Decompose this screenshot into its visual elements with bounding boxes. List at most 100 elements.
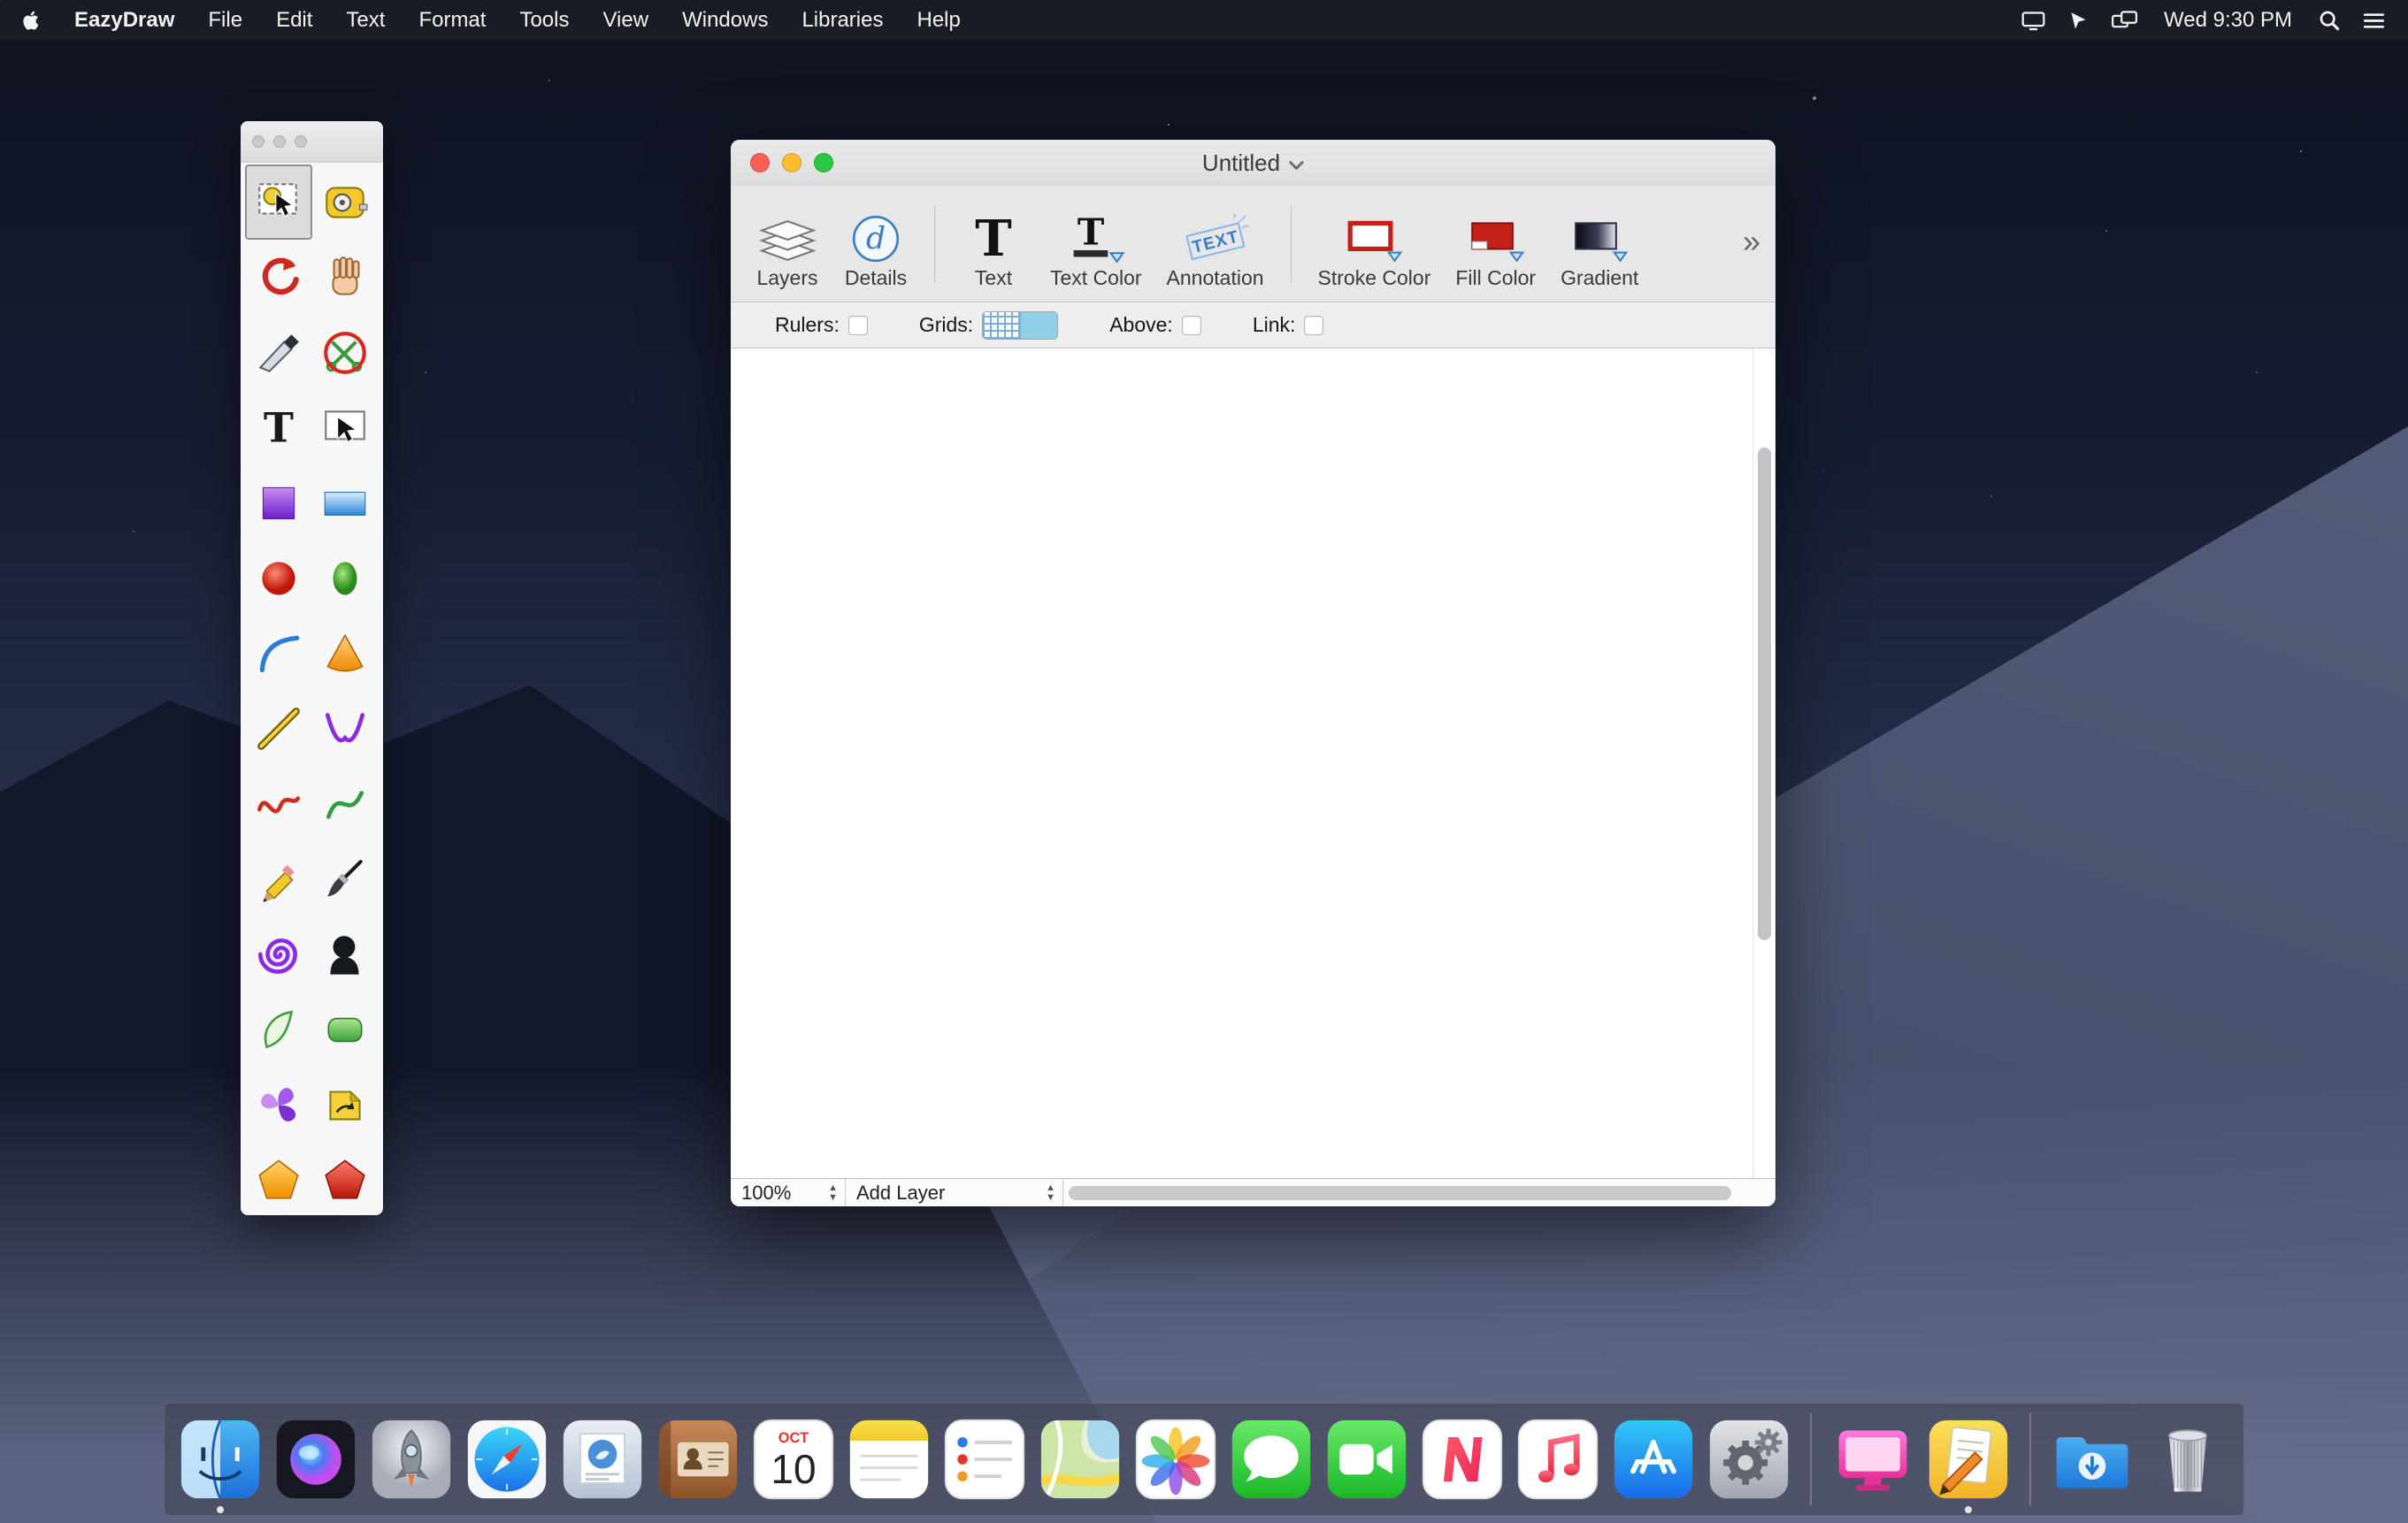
menu-app-name[interactable]: EazyDraw <box>74 8 174 33</box>
dock-safari[interactable] <box>464 1416 550 1503</box>
menu-clock[interactable]: Wed 9:30 PM <box>2164 8 2292 33</box>
tool-silhouette[interactable] <box>312 916 380 991</box>
tool-palette-titlebar[interactable] <box>241 121 383 163</box>
above-checkbox[interactable] <box>1182 316 1201 335</box>
vertical-scrollbar-thumb[interactable] <box>1758 448 1771 940</box>
grid-color-button[interactable] <box>1020 312 1057 339</box>
tool-knife[interactable] <box>245 315 312 390</box>
rulers-checkbox[interactable] <box>848 316 868 335</box>
tool-text[interactable]: T <box>245 390 312 465</box>
horizontal-scrollbar-thumb[interactable] <box>1069 1186 1731 1200</box>
title-chevron-down-icon[interactable] <box>1288 149 1304 177</box>
notification-center-icon[interactable] <box>2363 11 2385 30</box>
toolbar-text-color-button[interactable]: TText Color <box>1050 198 1142 290</box>
displays-icon[interactable] <box>2112 11 2137 31</box>
tool-spiral-purple[interactable] <box>245 916 312 991</box>
menu-view[interactable]: View <box>602 8 648 33</box>
dock-trash[interactable] <box>2144 1416 2231 1503</box>
dock-eazydraw[interactable] <box>1925 1416 2012 1503</box>
toolbar-stroke-color-button[interactable]: Stroke Color <box>1318 198 1431 290</box>
menu-text[interactable]: Text <box>346 8 385 33</box>
tool-line-yellow[interactable] <box>245 691 312 766</box>
close-button[interactable] <box>750 153 770 172</box>
menu-file[interactable]: File <box>208 8 242 33</box>
dock-calendar[interactable]: OCT10 <box>750 1416 837 1503</box>
tool-cut-restrict[interactable] <box>312 315 380 390</box>
tool-rounded-rect-green[interactable] <box>312 991 380 1067</box>
dock-mail[interactable] <box>559 1416 646 1503</box>
calendar-icon: OCT10 <box>751 1417 836 1502</box>
tool-pencil[interactable] <box>245 841 312 916</box>
drawing-canvas[interactable] <box>731 348 1752 1178</box>
dock-facetime[interactable] <box>1323 1416 1410 1503</box>
tool-leaf-green[interactable] <box>245 991 312 1067</box>
toolbar-fill-color-button[interactable]: Fill Color <box>1455 198 1536 290</box>
grid-pattern-button[interactable] <box>983 312 1020 339</box>
dock-downloads[interactable] <box>2049 1416 2136 1503</box>
pointer-icon[interactable] <box>2068 11 2089 31</box>
tool-arc-blue[interactable] <box>245 616 312 691</box>
tool-rect-blue[interactable] <box>312 465 380 540</box>
dock-photos[interactable] <box>1132 1416 1219 1503</box>
palette-minimize-button[interactable] <box>273 135 286 148</box>
tool-select-marquee[interactable] <box>245 165 312 240</box>
menu-edit[interactable]: Edit <box>276 8 312 33</box>
dock-finder[interactable] <box>177 1416 264 1503</box>
contacts-icon <box>656 1417 740 1502</box>
palette-close-button[interactable] <box>252 135 265 148</box>
zoom-popup[interactable]: 100% ▲▼ <box>731 1179 846 1206</box>
window-titlebar[interactable]: Untitled <box>731 140 1775 186</box>
tool-pentagon-orange[interactable] <box>245 1142 312 1217</box>
svg-text:10: 10 <box>771 1446 816 1492</box>
toolbar-text-button[interactable]: TText <box>962 198 1025 290</box>
menu-tools[interactable]: Tools <box>519 8 569 33</box>
toolbar-annotation-button[interactable]: TEXTAnnotation <box>1167 198 1264 290</box>
menu-format[interactable]: Format <box>418 8 486 33</box>
tool-circle-red[interactable] <box>245 540 312 616</box>
dock-news[interactable] <box>1419 1416 1506 1503</box>
toolbar-overflow-button[interactable]: » <box>1743 223 1758 260</box>
menu-bar: EazyDraw File Edit Text Format Tools View Wind… <box>0 0 2408 41</box>
dock-system-preferences[interactable] <box>1706 1416 1792 1503</box>
minimize-button[interactable] <box>782 153 801 172</box>
horizontal-scrollbar[interactable] <box>1063 1179 1775 1206</box>
dock-notes[interactable] <box>846 1416 932 1503</box>
tool-pentagon-red[interactable] <box>312 1142 380 1217</box>
dock-launchpad[interactable] <box>368 1416 455 1503</box>
link-checkbox[interactable] <box>1304 316 1323 335</box>
tool-fan-purple[interactable] <box>245 1067 312 1142</box>
dock-messages[interactable] <box>1228 1416 1315 1503</box>
dock-display-pink[interactable] <box>1829 1416 1916 1503</box>
menu-help[interactable]: Help <box>916 8 960 33</box>
spotlight-icon[interactable] <box>2319 10 2340 31</box>
menu-libraries[interactable]: Libraries <box>801 8 883 33</box>
vertical-scrollbar[interactable] <box>1752 348 1775 1178</box>
tool-oval-green[interactable] <box>312 540 380 616</box>
tool-curve-red[interactable] <box>245 766 312 841</box>
tool-curve-green[interactable] <box>312 766 380 841</box>
dock-music[interactable] <box>1515 1416 1601 1503</box>
dock-contacts[interactable] <box>655 1416 741 1503</box>
tool-select-cursor[interactable] <box>312 390 380 465</box>
add-layer-popup[interactable]: Add Layer ▲▼ <box>846 1179 1063 1206</box>
tool-hand[interactable] <box>312 240 380 315</box>
toolbar-gradient-button[interactable]: Gradient <box>1561 198 1638 290</box>
dock-reminders[interactable] <box>941 1416 1028 1503</box>
tool-square-purple[interactable] <box>245 465 312 540</box>
tool-fold-yellow[interactable] <box>312 1067 380 1142</box>
toolbar-layers-button[interactable]: Layers <box>755 198 819 290</box>
toolbar-details-button[interactable]: dDetails <box>844 198 908 290</box>
tool-rotate[interactable] <box>245 240 312 315</box>
tool-polyline-purple[interactable] <box>312 691 380 766</box>
palette-zoom-button[interactable] <box>295 135 307 148</box>
tool-cone-orange[interactable] <box>312 616 380 691</box>
tool-brush[interactable] <box>312 841 380 916</box>
dock-app-store[interactable] <box>1610 1416 1697 1503</box>
menu-windows[interactable]: Windows <box>682 8 768 33</box>
dock-maps[interactable] <box>1037 1416 1123 1503</box>
display-icon[interactable] <box>2021 11 2045 31</box>
zoom-button[interactable] <box>814 153 833 172</box>
apple-logo-icon[interactable] <box>23 10 41 31</box>
tool-tape-measure[interactable] <box>312 165 380 240</box>
dock-siri[interactable] <box>272 1416 359 1503</box>
